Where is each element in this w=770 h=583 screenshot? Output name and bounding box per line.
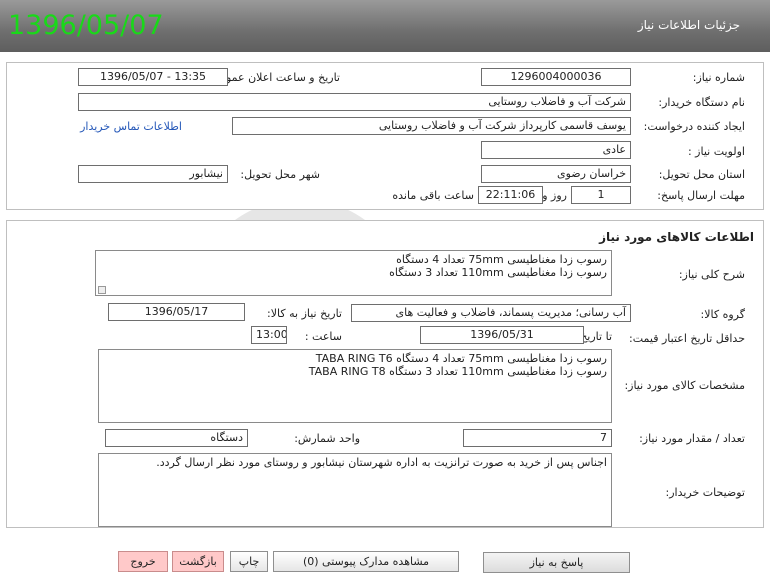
deadline-time-field: 22:11:06 bbox=[478, 186, 543, 204]
buyer-notes-field: اجناس پس از خرید به صورت ترانزیت به ادار… bbox=[98, 453, 612, 527]
deadline-label: مهلت ارسال پاسخ: bbox=[657, 189, 745, 202]
exit-button[interactable]: خروج bbox=[118, 551, 168, 572]
days-label: روز و bbox=[542, 189, 567, 202]
spec-label: مشخصات کالای مورد نیاز: bbox=[624, 379, 745, 392]
general-desc-line: رسوب زدا مغناطیسی 75mm تعداد 4 دستگاه bbox=[396, 253, 607, 266]
quantity-label: تعداد / مقدار مورد نیاز: bbox=[639, 432, 745, 445]
general-desc-line: رسوب زدا مغناطیسی 110mm تعداد 3 دستگاه bbox=[389, 266, 607, 279]
attachments-button[interactable]: مشاهده مدارک پیوستی (0) bbox=[273, 551, 459, 572]
announce-date-field: 1396/05/07 - 13:35 bbox=[78, 68, 228, 86]
goods-section-title: اطلاعات کالاهای مورد نیاز bbox=[599, 230, 754, 244]
unit-label: واحد شمارش: bbox=[294, 432, 360, 445]
goods-group-label: گروه کالا: bbox=[700, 308, 745, 321]
page-title: جزئیات اطلاعات نیاز bbox=[637, 18, 740, 32]
header-date: 1396/05/07 bbox=[8, 10, 164, 41]
province-field: خراسان رضوی bbox=[481, 165, 631, 183]
min-validity-label: حداقل تاریخ اعتبار قیمت: bbox=[629, 332, 745, 345]
to-date-field: 1396/05/31 bbox=[420, 326, 584, 344]
print-button[interactable]: چاپ bbox=[230, 551, 268, 572]
buyer-contact-link[interactable]: اطلاعات تماس خریدار bbox=[80, 120, 182, 133]
creator-field: یوسف قاسمی کارپرداز شرکت آب و فاضلاب روس… bbox=[232, 117, 631, 135]
need-number-label: شماره نیاز: bbox=[692, 71, 745, 84]
province-label: استان محل تحویل: bbox=[658, 168, 745, 181]
spec-line: رسوب زدا مغناطیسی 75mm تعداد 4 دستگاه TA… bbox=[315, 352, 607, 365]
priority-field: عادی bbox=[481, 141, 631, 159]
spec-field: رسوب زدا مغناطیسی 75mm تعداد 4 دستگاه TA… bbox=[98, 349, 612, 423]
general-desc-field: رسوب زدا مغناطیسی 75mm تعداد 4 دستگاه رس… bbox=[95, 250, 612, 296]
buyer-label: نام دستگاه خریدار: bbox=[658, 96, 745, 109]
city-label: شهر محل تحویل: bbox=[240, 168, 320, 181]
deadline-days-field: 1 bbox=[571, 186, 631, 204]
need-date-label: تاریخ نیاز به کالا: bbox=[267, 307, 342, 320]
buyer-field: شرکت آب و فاضلاب روستایی bbox=[78, 93, 631, 111]
reply-button[interactable]: پاسخ به نیاز bbox=[483, 552, 630, 573]
hour-field: 13:00 bbox=[251, 326, 287, 344]
unit-field: دستگاه bbox=[105, 429, 248, 447]
buyer-notes-label: توضیحات خریدار: bbox=[665, 486, 746, 499]
city-field: نیشابور bbox=[78, 165, 228, 183]
general-desc-label: شرح کلی نیاز: bbox=[678, 268, 745, 281]
spec-line: رسوب زدا مغناطیسی 110mm تعداد 3 دستگاه T… bbox=[308, 365, 607, 378]
goods-group-field: آب رسانی؛ مدیریت پسماند، فاضلاب و فعالیت… bbox=[351, 304, 631, 322]
need-date-field: 1396/05/17 bbox=[108, 303, 245, 321]
quantity-field: 7 bbox=[463, 429, 612, 447]
creator-label: ایجاد کننده درخواست: bbox=[643, 120, 745, 133]
priority-label: اولویت نیاز : bbox=[687, 145, 745, 158]
time-remaining-label: ساعت باقی مانده bbox=[392, 189, 474, 202]
back-button[interactable]: بازگشت bbox=[172, 551, 224, 572]
resize-handle-icon[interactable] bbox=[98, 286, 106, 294]
need-number-field: 1296004000036 bbox=[481, 68, 631, 86]
hour-label: ساعت : bbox=[304, 330, 342, 343]
